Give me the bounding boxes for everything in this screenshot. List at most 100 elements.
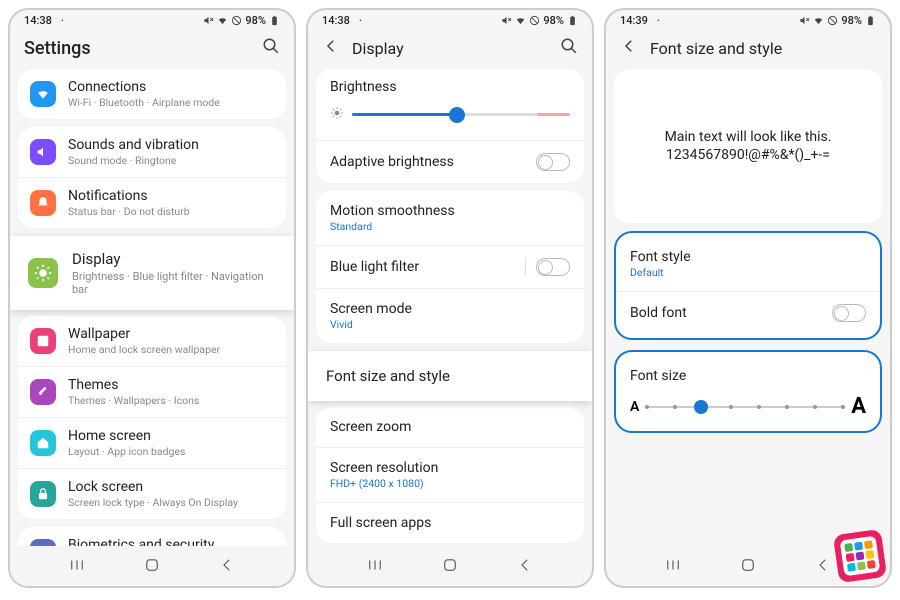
fontsize-content: Main text will look like this. 123456789… <box>606 69 890 546</box>
row-boldfont[interactable]: Bold font <box>616 291 880 334</box>
row-zoom[interactable]: Screen zoom <box>316 407 584 447</box>
row-homescreen[interactable]: Home screenLayout · App icon badges <box>18 417 286 468</box>
brightness-slider[interactable] <box>352 113 570 116</box>
row-title: Font style <box>630 249 866 265</box>
page-title: Font size and style <box>650 39 876 58</box>
battery-pct: 98% <box>841 14 862 27</box>
row-sub: Screen lock type · Always On Display <box>68 496 274 509</box>
row-sub: Standard <box>330 220 570 233</box>
row-title: Font size <box>630 368 866 384</box>
nav-back[interactable] <box>814 556 832 578</box>
sun-icon <box>330 105 344 124</box>
nav-back[interactable] <box>516 556 534 578</box>
row-title: Home screen <box>68 428 274 444</box>
mute-icon <box>799 15 810 26</box>
mute-icon <box>501 15 512 26</box>
font-style-card: Font style Default Bold font <box>614 231 882 340</box>
battery-pct: 98% <box>245 14 266 27</box>
status-bar: 14:38 · 98% <box>308 10 592 29</box>
row-fontstyle[interactable]: Font style Default <box>616 237 880 291</box>
font-preview: Main text will look like this. 123456789… <box>614 69 882 223</box>
toggle-bold[interactable] <box>832 304 866 322</box>
battery-icon <box>865 15 876 26</box>
back-icon[interactable] <box>620 37 638 59</box>
brightness-label: Brightness <box>330 79 570 95</box>
display-list[interactable]: Brightness Adaptive brightness Motion sm… <box>308 69 592 546</box>
toggle-bluelight[interactable] <box>536 258 570 276</box>
row-fontsize: Font size <box>616 356 880 388</box>
row-title: Notifications <box>68 188 274 204</box>
row-lockscreen[interactable]: Lock screenScreen lock type · Always On … <box>18 468 286 519</box>
lock-icon <box>30 481 56 507</box>
font-size-card: Font size A A <box>614 350 882 433</box>
row-themes[interactable]: ThemesThemes · Wallpapers · Icons <box>18 366 286 417</box>
status-dot: · <box>61 14 64 27</box>
row-sub: FHD+ (2400 x 1080) <box>330 477 570 490</box>
row-sub: Themes · Wallpapers · Icons <box>68 394 274 407</box>
status-dot: · <box>657 14 660 27</box>
font-size-slider[interactable] <box>645 406 845 408</box>
back-icon[interactable] <box>322 37 340 59</box>
row-title: Display <box>72 250 276 268</box>
row-notifications[interactable]: NotificationsStatus bar · Do not disturb <box>18 177 286 228</box>
row-connections[interactable]: ConnectionsWi-Fi · Bluetooth · Airplane … <box>18 69 286 119</box>
toggle-adaptive[interactable] <box>536 153 570 171</box>
nav-back[interactable] <box>218 556 236 578</box>
phone-settings: 14:38 · 98% Settings ConnectionsWi-Fi · … <box>8 8 296 588</box>
status-bar: 14:38 · 98% <box>10 10 294 29</box>
row-title: Adaptive brightness <box>330 154 454 170</box>
shield-icon <box>30 539 56 546</box>
wifi-icon <box>813 15 824 26</box>
display-icon <box>28 258 58 288</box>
wifi-icon <box>30 81 56 107</box>
phone-display: 14:38 · 98% Display Brightness <box>306 8 594 588</box>
row-resolution[interactable]: Screen resolution FHD+ (2400 x 1080) <box>316 447 584 502</box>
mute-icon <box>203 15 214 26</box>
row-title: Screen zoom <box>330 419 570 435</box>
row-biometrics[interactable]: Biometrics and securityFace recognition … <box>18 527 286 546</box>
font-size-slider-row: A A <box>616 388 880 427</box>
status-time: 14:38 <box>322 14 350 27</box>
row-fontsize-highlight[interactable]: Font size and style <box>308 351 592 401</box>
row-title: Bold font <box>630 305 687 321</box>
row-sub: Home and lock screen wallpaper <box>68 343 274 356</box>
row-title: Connections <box>68 79 274 95</box>
search-icon[interactable] <box>262 37 280 59</box>
bell-icon <box>30 190 56 216</box>
status-bar: 14:39 · 98% <box>606 10 890 29</box>
row-adaptive-brightness[interactable]: Adaptive brightness <box>316 140 584 183</box>
row-brightness: Brightness <box>316 69 584 140</box>
nav-recents[interactable] <box>68 556 86 578</box>
row-screenmode[interactable]: Screen mode Vivid <box>316 288 584 343</box>
row-title: Screen mode <box>330 301 570 317</box>
home-icon <box>30 430 56 456</box>
row-wallpaper[interactable]: WallpaperHome and lock screen wallpaper <box>18 316 286 366</box>
row-fullscreen[interactable]: Full screen apps <box>316 502 584 543</box>
nav-recents[interactable] <box>664 556 682 578</box>
status-dot: · <box>359 14 362 27</box>
row-bluelight[interactable]: Blue light filter <box>316 245 584 288</box>
settings-list[interactable]: ConnectionsWi-Fi · Bluetooth · Airplane … <box>10 69 294 546</box>
row-sub: Default <box>630 266 866 279</box>
nav-home[interactable] <box>739 556 757 578</box>
nav-bar <box>308 546 592 586</box>
row-title: Lock screen <box>68 479 274 495</box>
nav-recents[interactable] <box>366 556 384 578</box>
nav-home[interactable] <box>143 556 161 578</box>
preview-text-1: Main text will look like this. <box>634 129 862 145</box>
row-title: Biometrics and security <box>68 537 274 546</box>
no-data-icon <box>827 15 838 26</box>
row-sub: Layout · App icon badges <box>68 445 274 458</box>
row-sub: Sound mode · Ringtone <box>68 154 274 167</box>
row-display-highlight[interactable]: Display Brightness · Blue light filter · … <box>10 236 294 310</box>
status-time: 14:38 <box>24 14 52 27</box>
row-sub: Status bar · Do not disturb <box>68 205 274 218</box>
header: Settings <box>10 29 294 69</box>
row-sub: Brightness · Blue light filter · Navigat… <box>72 270 276 296</box>
brush-icon <box>30 379 56 405</box>
row-sounds[interactable]: Sounds and vibrationSound mode · Rington… <box>18 127 286 177</box>
nav-home[interactable] <box>441 556 459 578</box>
battery-icon <box>567 15 578 26</box>
search-icon[interactable] <box>560 37 578 59</box>
row-motion[interactable]: Motion smoothness Standard <box>316 191 584 245</box>
